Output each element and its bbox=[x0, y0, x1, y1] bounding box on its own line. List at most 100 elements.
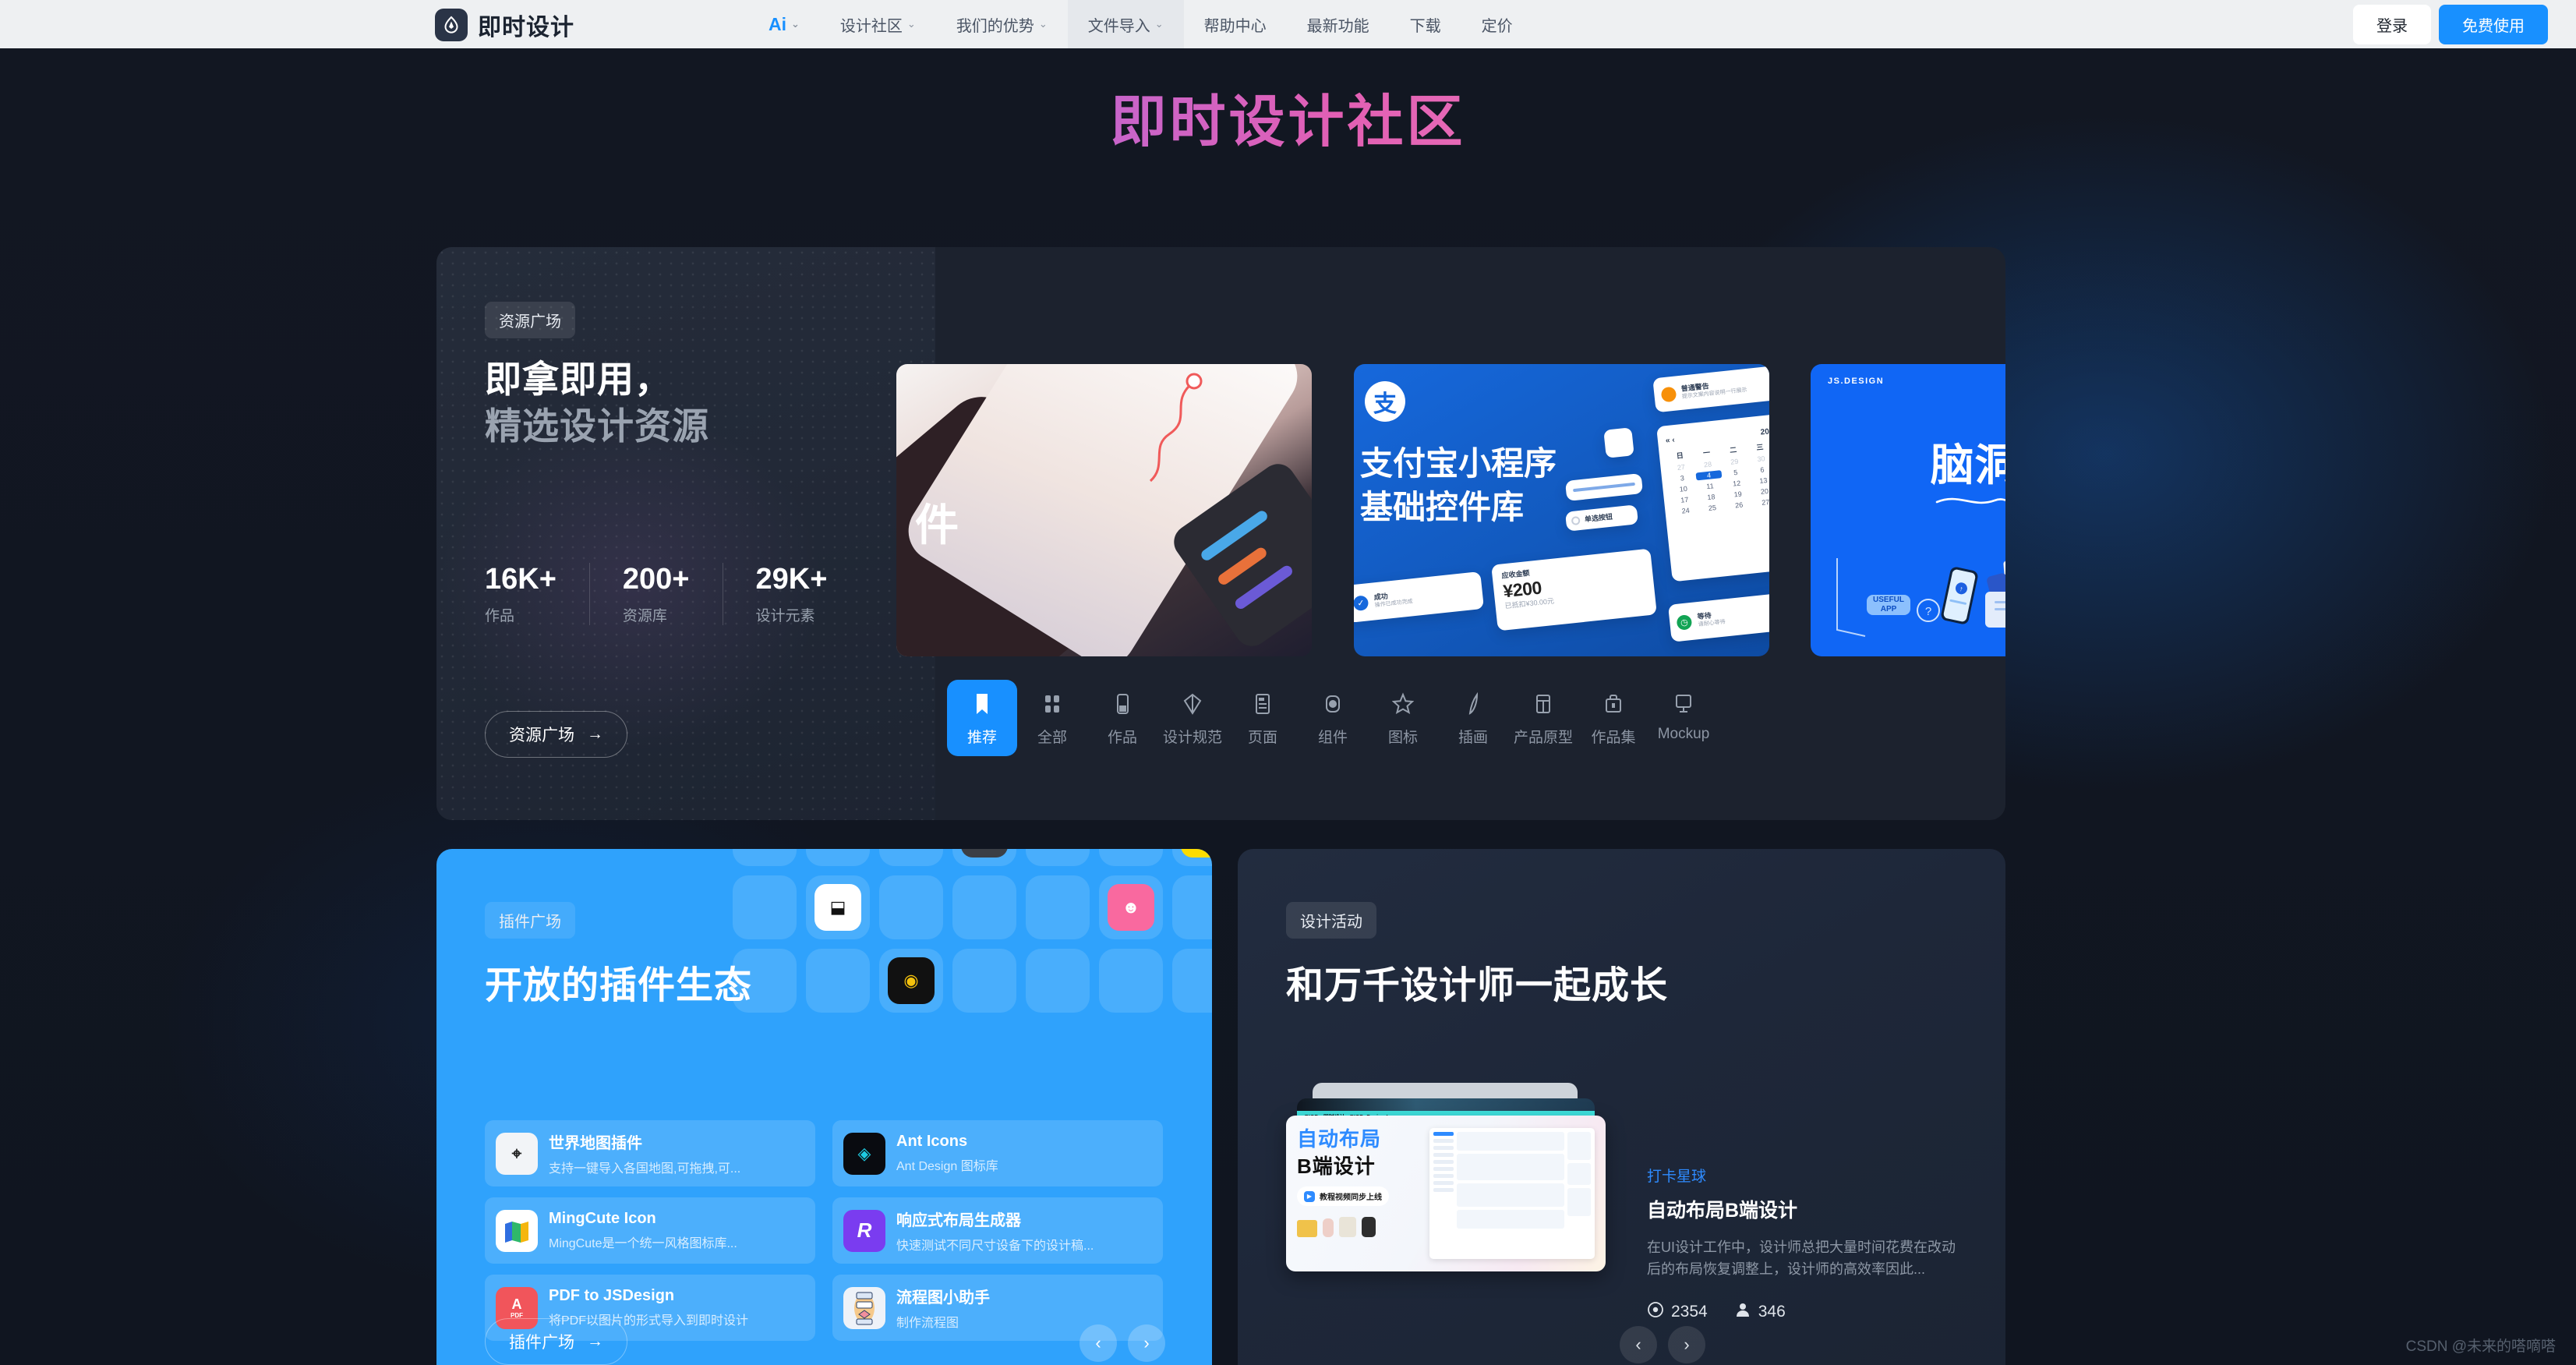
carousel-card-alipay[interactable]: 支 支付宝小程序 基础控件库 普通警告 提示文案内容说明一行展示 « ‹ 202… bbox=[1354, 364, 1769, 656]
prototype-icon bbox=[1532, 692, 1554, 716]
tab-prototype[interactable]: 产品原型 bbox=[1508, 680, 1578, 756]
plugin-item[interactable]: R 响应式布局生成器 快速测试不同尺寸设备下的设计稿... bbox=[832, 1197, 1163, 1264]
status-badge: 设计活动 bbox=[1286, 902, 1376, 939]
resource-plaza-panel: 资源广场 即拿即用， 精选设计资源 16K+ 作品 200+ 资源库 29K+ … bbox=[436, 247, 2005, 820]
activity-heading: 和万千设计师一起成长 bbox=[1286, 965, 1669, 1006]
alipay-calendar: « ‹ 2020年2月 日 一 二 三 四 27 28 29 30 bbox=[1656, 411, 1769, 582]
stat-item: 200+ 资源库 bbox=[623, 563, 723, 625]
thumb-ui-preview bbox=[1429, 1128, 1595, 1259]
grid-slot bbox=[733, 849, 797, 866]
resource-panel-left: 资源广场 即拿即用， 精选设计资源 16K+ 作品 200+ 资源库 29K+ … bbox=[436, 247, 935, 820]
card-alipay-title-line1: 支付宝小程序 bbox=[1360, 445, 1557, 482]
grid-slot: ☻ bbox=[1099, 875, 1163, 939]
preview-main bbox=[1457, 1132, 1564, 1255]
thumb-pill-label: 教程视频同步上线 bbox=[1320, 1193, 1382, 1203]
stat-label: 资源库 bbox=[622, 608, 667, 624]
nav-item-label: 帮助中心 bbox=[1203, 17, 1267, 35]
nav-item-label: 设计社区 bbox=[839, 17, 903, 35]
play-icon: ▶ bbox=[1304, 1190, 1315, 1202]
nav-item-download[interactable]: 下载 bbox=[1390, 0, 1461, 48]
thumb-front: 自动布局 B端设计 ▶ 教程视频同步上线 bbox=[1286, 1116, 1606, 1271]
plugin-name: 世界地图插件 bbox=[549, 1135, 642, 1152]
views-count: 2354 bbox=[1671, 1302, 1708, 1321]
next-button[interactable]: › bbox=[1668, 1326, 1705, 1363]
activity-description: 在UI设计工作中，设计师总把大量时间花费在改动后的布局恢复调整上，设计师的高效率… bbox=[1647, 1239, 1956, 1277]
resource-stats: 16K+ 作品 200+ 资源库 29K+ 设计元素 bbox=[485, 563, 892, 625]
mobile-icon bbox=[1111, 692, 1133, 716]
grid-slot: ⬓ bbox=[806, 875, 870, 939]
grid-slot bbox=[879, 849, 943, 866]
plugin-plaza-cta-button[interactable]: 插件广场 → bbox=[485, 1318, 627, 1365]
nav-item-community[interactable]: 设计社区 ⌄ bbox=[820, 0, 936, 48]
prev-button[interactable]: ‹ bbox=[1620, 1326, 1657, 1363]
tab-mockup[interactable]: Mockup bbox=[1648, 680, 1719, 752]
activity-title[interactable]: 自动布局B端设计 bbox=[1647, 1195, 1966, 1223]
tab-works[interactable]: 作品 bbox=[1087, 680, 1157, 756]
brand[interactable]: 即时设计 bbox=[435, 8, 574, 42]
next-button[interactable]: › bbox=[1128, 1324, 1165, 1362]
grid-slot bbox=[952, 949, 1016, 1013]
svg-text:?: ? bbox=[1925, 605, 1931, 618]
calendar-prev-icon: « ‹ bbox=[1665, 436, 1676, 446]
login-button[interactable]: 登录 bbox=[2353, 4, 2431, 44]
free-trial-button[interactable]: 免费使用 bbox=[2439, 4, 2548, 44]
pink-mask-icon: ☻ bbox=[1108, 884, 1154, 931]
chevron-down-icon: ⌄ bbox=[906, 18, 916, 30]
resource-heading: 即拿即用， 精选设计资源 bbox=[485, 356, 709, 449]
tab-pages[interactable]: 页面 bbox=[1228, 680, 1298, 756]
plugin-name: 流程图小助手 bbox=[896, 1289, 990, 1307]
alipay-logo-icon: 支 bbox=[1365, 381, 1405, 422]
stat-label: 作品 bbox=[485, 608, 515, 624]
calendar-grid: 日 一 二 三 四 27 28 29 30 31 3 4 5 bbox=[1676, 443, 1769, 515]
grid-slot bbox=[879, 875, 943, 939]
tab-label: 作品 bbox=[1107, 730, 1137, 746]
hammer-product-icon bbox=[1323, 1218, 1334, 1238]
nav-item-latest-features[interactable]: 最新功能 bbox=[1287, 0, 1390, 48]
carousel-card-abstract[interactable]: 件 bbox=[896, 364, 1312, 656]
nav-item-label: 我们的优势 bbox=[956, 17, 1034, 35]
tab-recommended[interactable]: 推荐 bbox=[947, 680, 1017, 756]
status-badge: 资源广场 bbox=[485, 302, 575, 338]
plugin-item[interactable]: ⌖ 世界地图插件 支持一键导入各国地图,可拖拽,可... bbox=[485, 1120, 815, 1186]
nav-item-pricing[interactable]: 定价 bbox=[1461, 0, 1533, 48]
grid-slot: ▭ bbox=[952, 849, 1016, 866]
card-alipay-art: 支 支付宝小程序 基础控件库 普通警告 提示文案内容说明一行展示 « ‹ 202… bbox=[1354, 364, 1769, 656]
alipay-input-widget bbox=[1564, 472, 1644, 502]
tab-illustration[interactable]: 插画 bbox=[1438, 680, 1508, 756]
nav-item-advantages[interactable]: 我们的优势 ⌄ bbox=[936, 0, 1068, 48]
plugin-item[interactable]: ◈ Ant Icons Ant Design 图标库 bbox=[832, 1120, 1163, 1186]
plugin-heading: 开放的插件生态 bbox=[485, 965, 753, 1006]
plugin-item[interactable]: MingCute Icon MingCute是一个统一风格图标库... bbox=[485, 1197, 815, 1264]
grid-icon bbox=[1041, 692, 1063, 716]
color-wheel-icon: ◉ bbox=[888, 957, 935, 1004]
stat-label: 设计元素 bbox=[755, 608, 815, 624]
tab-design-spec[interactable]: 设计规范 bbox=[1157, 680, 1228, 756]
carousel-card-naodong[interactable]: JS.DESIGN COMMUNITY 脑洞App USEFUL APP bbox=[1811, 364, 2005, 656]
nav-item-ai[interactable]: Ai ⌄ bbox=[748, 0, 820, 48]
tab-portfolio[interactable]: 作品集 bbox=[1578, 680, 1648, 756]
card-brand-label: JS.DESIGN bbox=[1828, 377, 1885, 386]
nav-item-label: 最新功能 bbox=[1306, 17, 1369, 35]
nav-item-file-import[interactable]: 文件导入 ⌄ bbox=[1067, 0, 1184, 48]
activity-thumbnail[interactable]: BIGD · 即时设计 · BIGD, Design Inn 自动布局 B端设计… bbox=[1286, 1083, 1606, 1274]
views-stat: 2354 bbox=[1647, 1301, 1708, 1323]
card-abstract-art: 件 bbox=[896, 364, 1312, 656]
activity-tag[interactable]: 打卡星球 bbox=[1647, 1165, 1966, 1186]
responsive-r-icon: R bbox=[843, 1209, 885, 1252]
tab-components[interactable]: 组件 bbox=[1298, 680, 1368, 756]
plugin-desc: MingCute是一个统一风格图标库... bbox=[549, 1237, 737, 1250]
nav-item-help-center[interactable]: 帮助中心 bbox=[1184, 0, 1287, 48]
grid-slot bbox=[1099, 849, 1163, 866]
star-icon bbox=[1392, 692, 1414, 716]
alipay-warning-toast: 普通警告 提示文案内容说明一行展示 bbox=[1652, 364, 1769, 413]
flowchart-icon bbox=[843, 1286, 885, 1329]
pen-drop-logo-icon bbox=[435, 9, 468, 41]
prev-button[interactable]: ‹ bbox=[1080, 1324, 1117, 1362]
plugin-desc: Ant Design 图标库 bbox=[896, 1160, 998, 1173]
tab-all[interactable]: 全部 bbox=[1017, 680, 1087, 756]
activity-carousel-controls: ‹ › bbox=[1620, 1326, 1705, 1363]
folder-illustration-icon: ➤ bbox=[1982, 559, 2005, 629]
resource-plaza-cta-button[interactable]: 资源广场 → bbox=[485, 711, 627, 758]
appliance-product-icon bbox=[1339, 1217, 1356, 1238]
tab-icons[interactable]: 图标 bbox=[1368, 680, 1438, 756]
